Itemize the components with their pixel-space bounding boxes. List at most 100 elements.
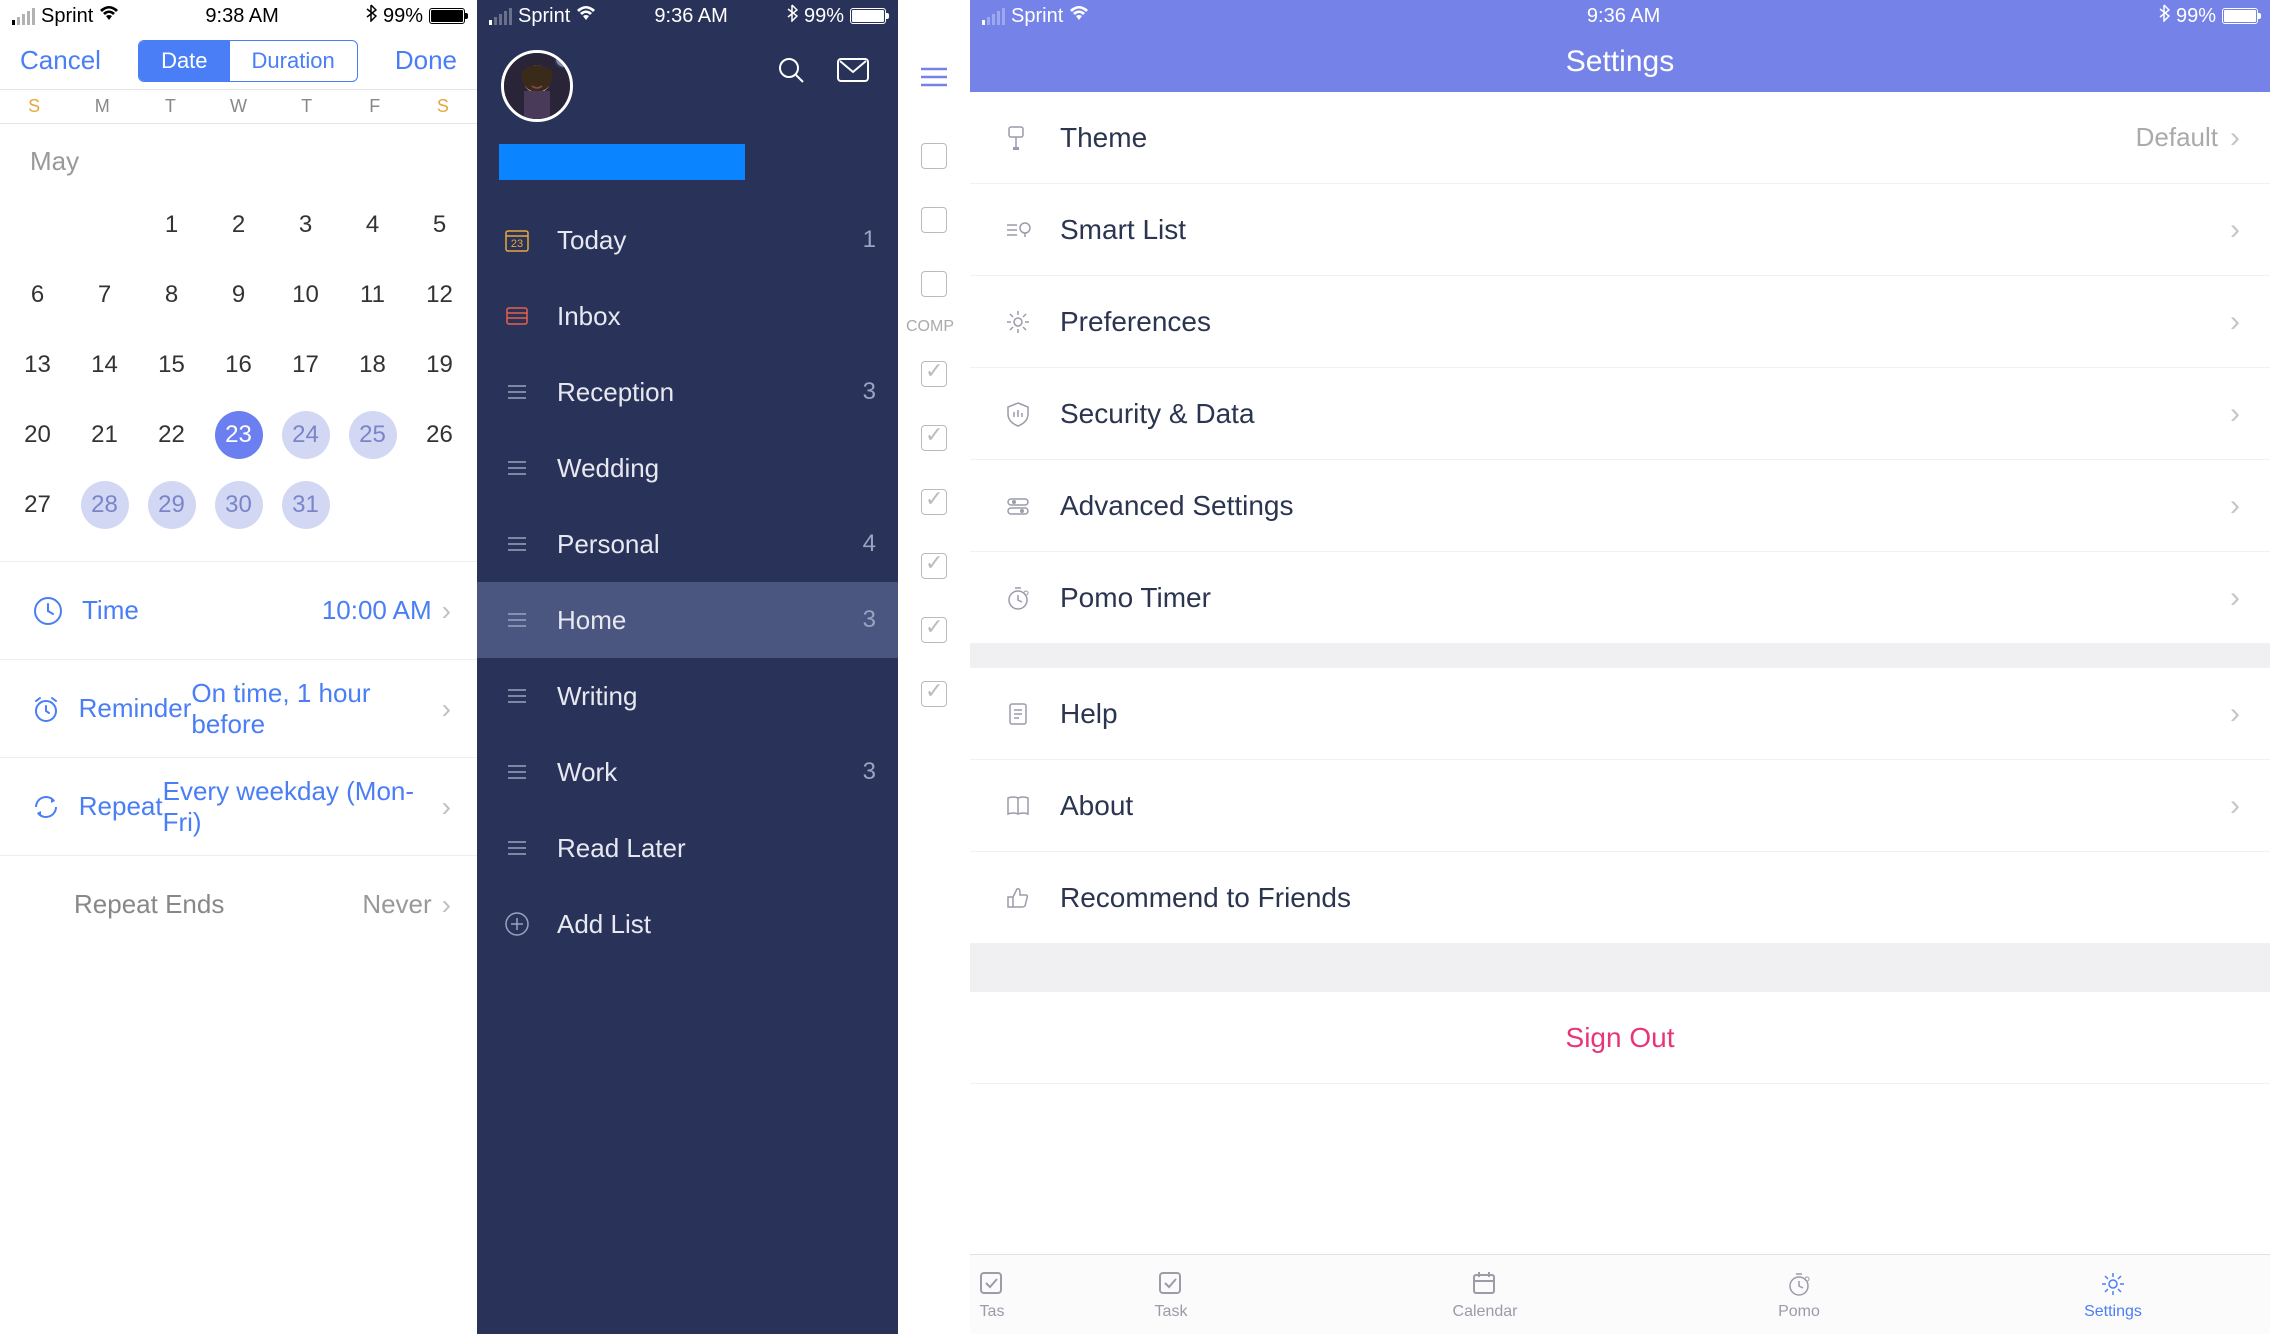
calendar-day[interactable]: 20 bbox=[4, 409, 71, 461]
calendar-day[interactable]: 28 bbox=[71, 479, 138, 531]
search-icon[interactable] bbox=[776, 55, 806, 90]
sidebar-item-home[interactable]: Home3 bbox=[477, 582, 898, 658]
sidebar-item-inbox[interactable]: Inbox bbox=[477, 278, 898, 354]
task-checkbox[interactable] bbox=[898, 664, 970, 724]
calendar-icon bbox=[1470, 1269, 1500, 1299]
task-checkbox[interactable] bbox=[898, 600, 970, 660]
calendar-grid: 1234567891011121314151617181920212223242… bbox=[0, 187, 477, 561]
sidebar-item-writing[interactable]: Writing bbox=[477, 658, 898, 734]
calendar-day[interactable]: 16 bbox=[205, 339, 272, 391]
calendar-day[interactable]: 5 bbox=[406, 199, 473, 251]
paint-icon bbox=[1000, 120, 1036, 156]
mail-icon[interactable] bbox=[836, 57, 870, 88]
menu-icon[interactable] bbox=[898, 32, 970, 122]
calendar-day[interactable]: 8 bbox=[138, 269, 205, 321]
settings-row-security-data[interactable]: Security & Data› bbox=[970, 368, 2270, 460]
cancel-button[interactable]: Cancel bbox=[20, 45, 101, 76]
tab-calendar[interactable]: Calendar bbox=[1328, 1255, 1642, 1334]
calendar-day[interactable]: 21 bbox=[71, 409, 138, 461]
tab-tas[interactable]: Tas bbox=[970, 1255, 1014, 1334]
calendar-day[interactable]: 1 bbox=[138, 199, 205, 251]
avatar[interactable] bbox=[501, 50, 573, 122]
settings-row-recommend-to-friends[interactable]: Recommend to Friends bbox=[970, 852, 2270, 944]
calendar-day[interactable]: 19 bbox=[406, 339, 473, 391]
calendar-day[interactable]: 15 bbox=[138, 339, 205, 391]
repeat-label: Repeat bbox=[79, 791, 163, 822]
calendar-day[interactable]: 14 bbox=[71, 339, 138, 391]
sign-out-button[interactable]: Sign Out bbox=[970, 992, 2270, 1084]
calendar-day[interactable]: 26 bbox=[406, 409, 473, 461]
task-checkbox[interactable] bbox=[898, 344, 970, 404]
bluetooth-icon bbox=[2158, 4, 2170, 28]
task-checkbox[interactable] bbox=[898, 254, 970, 314]
date-picker-screen: Sprint 9:38 AM 99% Cancel Date Duration … bbox=[0, 0, 477, 1334]
calendar-day[interactable]: 31 bbox=[272, 479, 339, 531]
calendar-day[interactable]: 13 bbox=[4, 339, 71, 391]
clock: 9:36 AM bbox=[1587, 5, 1660, 28]
settings-row-label: Pomo Timer bbox=[1060, 582, 1211, 614]
calendar-day[interactable]: 24 bbox=[272, 409, 339, 461]
battery-icon bbox=[429, 8, 465, 24]
settings-row-theme[interactable]: ThemeDefault› bbox=[970, 92, 2270, 184]
calendar-day[interactable]: 10 bbox=[272, 269, 339, 321]
settings-row-pomo-timer[interactable]: Pomo Timer› bbox=[970, 552, 2270, 644]
task-checkbox[interactable] bbox=[898, 408, 970, 468]
calendar-day[interactable]: 4 bbox=[339, 199, 406, 251]
calendar-day[interactable]: 30 bbox=[205, 479, 272, 531]
segment-duration[interactable]: Duration bbox=[230, 41, 357, 81]
calendar-day[interactable]: 3 bbox=[272, 199, 339, 251]
settings-row-advanced-settings[interactable]: Advanced Settings› bbox=[970, 460, 2270, 552]
task-checkbox[interactable] bbox=[898, 472, 970, 532]
settings-row-help[interactable]: Help› bbox=[970, 668, 2270, 760]
sign-out-label: Sign Out bbox=[1566, 1022, 1675, 1054]
reminder-row[interactable]: Reminder On time, 1 hour before › bbox=[0, 659, 477, 757]
task-checkbox[interactable] bbox=[898, 536, 970, 596]
sidebar-item-personal[interactable]: Personal4 bbox=[477, 506, 898, 582]
task-checkbox[interactable] bbox=[898, 190, 970, 250]
timer-icon bbox=[1784, 1269, 1814, 1299]
battery-icon bbox=[850, 8, 886, 24]
calendar-day[interactable]: 9 bbox=[205, 269, 272, 321]
sidebar-item-reception[interactable]: Reception3 bbox=[477, 354, 898, 430]
calendar-day[interactable]: 12 bbox=[406, 269, 473, 321]
tab-task[interactable]: Task bbox=[1014, 1255, 1328, 1334]
battery-percent: 99% bbox=[804, 5, 844, 28]
date-duration-segmented[interactable]: Date Duration bbox=[138, 40, 358, 82]
calendar-day[interactable]: 29 bbox=[138, 479, 205, 531]
calendar-day[interactable]: 27 bbox=[4, 479, 71, 531]
sidebar-item-work[interactable]: Work3 bbox=[477, 734, 898, 810]
repeat-ends-row[interactable]: Repeat Ends Never › bbox=[0, 855, 477, 953]
settings-row-preferences[interactable]: Preferences› bbox=[970, 276, 2270, 368]
settings-row-about[interactable]: About› bbox=[970, 760, 2270, 852]
repeat-row[interactable]: Repeat Every weekday (Mon-Fri) › bbox=[0, 757, 477, 855]
calendar-day[interactable]: 25 bbox=[339, 409, 406, 461]
clock-icon bbox=[26, 589, 70, 633]
sidebar-item-today[interactable]: 23Today1 bbox=[477, 202, 898, 278]
segment-date[interactable]: Date bbox=[139, 41, 229, 81]
calendar-day[interactable]: 23 bbox=[205, 409, 272, 461]
weekday-label: S bbox=[0, 96, 68, 117]
sidebar-item-wedding[interactable]: Wedding bbox=[477, 430, 898, 506]
calendar-day[interactable]: 2 bbox=[205, 199, 272, 251]
calendar-day[interactable]: 22 bbox=[138, 409, 205, 461]
done-button[interactable]: Done bbox=[395, 45, 457, 76]
section-label: COMP bbox=[898, 314, 970, 340]
user-name-bar[interactable] bbox=[499, 144, 745, 180]
tab-settings[interactable]: Settings bbox=[1956, 1255, 2270, 1334]
sidebar-item-add-list[interactable]: Add List bbox=[477, 886, 898, 962]
sidebar-screen: Sprint 9:36 AM 99% 23Today1InboxReceptio… bbox=[477, 0, 898, 1334]
weekday-label: S bbox=[409, 96, 477, 117]
settings-row-label: Smart List bbox=[1060, 214, 1186, 246]
tab-pomo[interactable]: Pomo bbox=[1642, 1255, 1956, 1334]
calendar-day[interactable]: 17 bbox=[272, 339, 339, 391]
task-checkbox[interactable] bbox=[898, 126, 970, 186]
repeat-ends-value: Never bbox=[362, 889, 431, 920]
sidebar-item-read-later[interactable]: Read Later bbox=[477, 810, 898, 886]
calendar-day[interactable]: 7 bbox=[71, 269, 138, 321]
time-row[interactable]: Time 10:00 AM › bbox=[0, 561, 477, 659]
svg-text:23: 23 bbox=[511, 238, 523, 250]
settings-row-smart-list[interactable]: Smart List› bbox=[970, 184, 2270, 276]
calendar-day[interactable]: 6 bbox=[4, 269, 71, 321]
calendar-day[interactable]: 18 bbox=[339, 339, 406, 391]
calendar-day[interactable]: 11 bbox=[339, 269, 406, 321]
